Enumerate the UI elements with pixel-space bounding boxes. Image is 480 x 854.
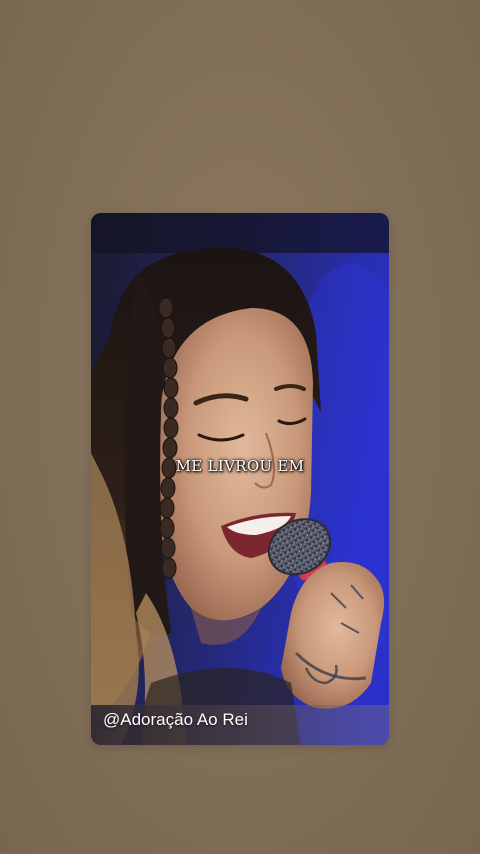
video-card[interactable]: ME LIVROU EM @Adoração Ao Rei xyxy=(91,213,389,745)
lyric-caption: ME LIVROU EM xyxy=(175,457,305,475)
channel-watermark: @Adoração Ao Rei xyxy=(103,710,248,729)
video-frame xyxy=(91,213,389,745)
